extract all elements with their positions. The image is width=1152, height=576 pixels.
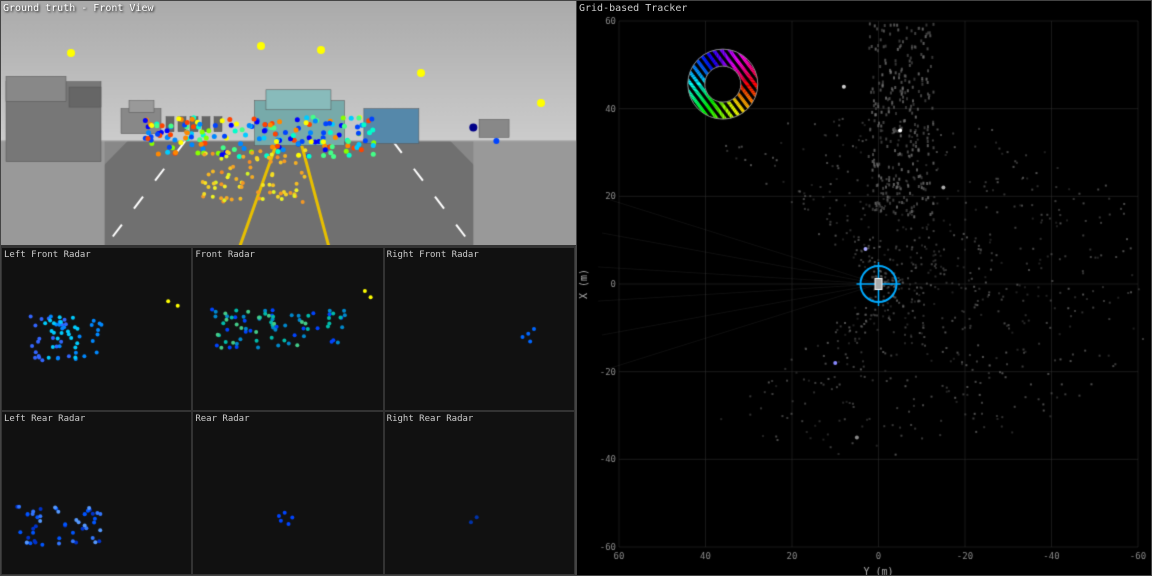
rear-radar-canvas <box>193 412 383 572</box>
right-front-radar-label: Right Front Radar <box>387 250 479 260</box>
main-view: Ground truth - Front View <box>1 1 577 246</box>
main-view-canvas <box>1 1 577 246</box>
rear-radar-label: Rear Radar <box>195 414 249 424</box>
left-rear-radar-label: Left Rear Radar <box>4 414 85 424</box>
right-front-radar-cell: Right Front Radar <box>384 247 575 411</box>
left-front-radar-cell: Left Front Radar <box>1 247 192 411</box>
left-rear-radar-cell: Left Rear Radar <box>1 411 192 575</box>
right-rear-radar-label: Right Rear Radar <box>387 414 474 424</box>
left-panel: Ground truth - Front View Left Front Rad… <box>0 0 576 576</box>
tracker-canvas <box>577 1 1152 576</box>
left-front-radar-label: Left Front Radar <box>4 250 91 260</box>
left-front-radar-canvas <box>2 248 192 400</box>
radar-grid: Left Front Radar Front Radar Right Front… <box>1 246 575 575</box>
right-front-radar-canvas <box>385 248 575 404</box>
front-radar-label: Front Radar <box>195 250 255 260</box>
front-radar-cell: Front Radar <box>192 247 383 411</box>
front-radar-canvas <box>193 248 383 402</box>
main-view-label: Ground truth - Front View <box>3 3 154 14</box>
rear-radar-cell: Rear Radar <box>192 411 383 575</box>
right-rear-radar-cell: Right Rear Radar <box>384 411 575 575</box>
right-panel: Grid-based Tracker <box>576 0 1152 576</box>
right-rear-radar-canvas <box>385 412 575 574</box>
tracker-label: Grid-based Tracker <box>579 3 687 14</box>
left-rear-radar-canvas <box>2 412 192 570</box>
